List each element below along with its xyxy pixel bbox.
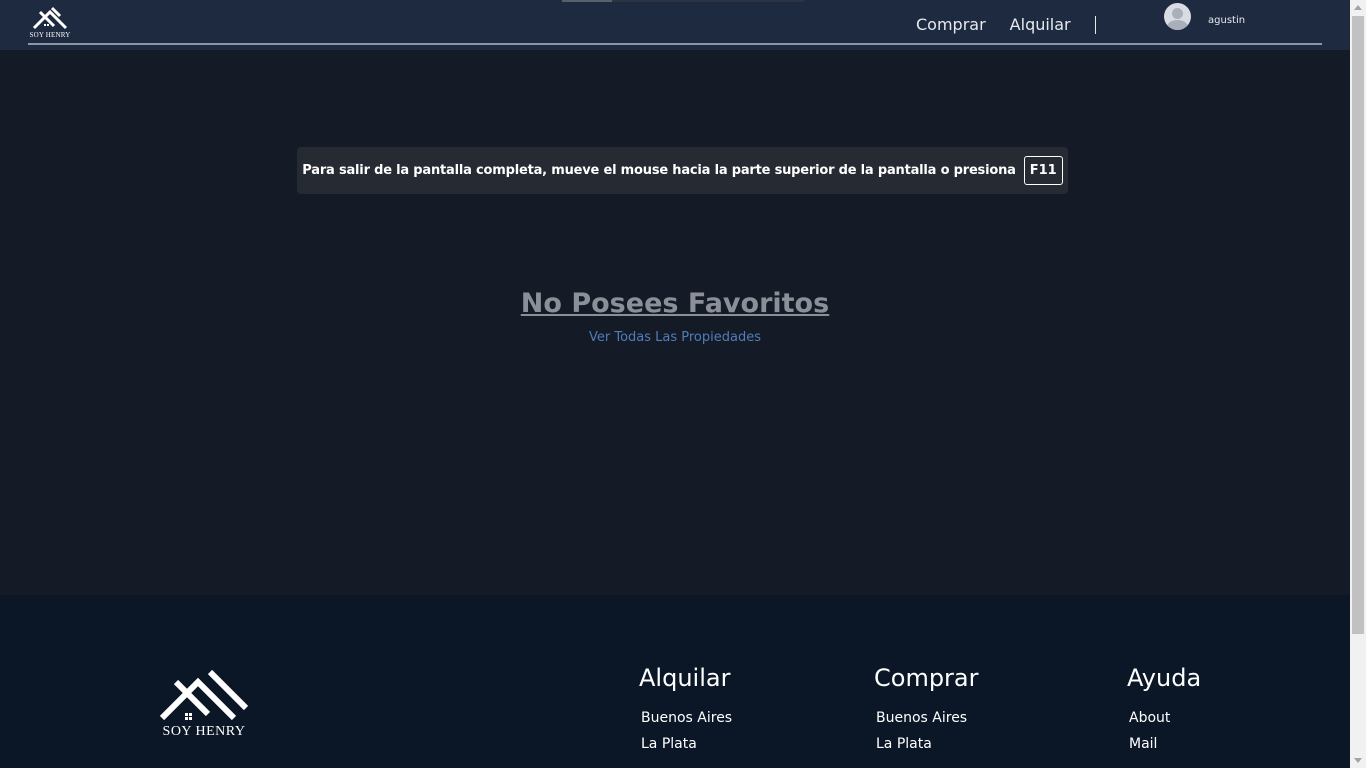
- fullscreen-notice: Para salir de la pantalla completa, muev…: [297, 147, 1068, 194]
- main-nav: Comprar Alquilar: [916, 15, 1096, 34]
- logo-text: SOY HENRY: [29, 31, 71, 39]
- footer-link[interactable]: Mail: [1127, 736, 1201, 752]
- footer-link[interactable]: Buenos Aires: [639, 710, 732, 726]
- footer-column-title: Comprar: [874, 664, 979, 692]
- logo-home-link[interactable]: SOY HENRY: [29, 6, 71, 40]
- top-tab-indicator: [562, 0, 804, 2]
- nav-comprar[interactable]: Comprar: [916, 15, 986, 34]
- empty-favorites-title: No Posees Favoritos: [520, 288, 830, 319]
- page-scrollbar[interactable]: [1350, 0, 1366, 768]
- nav-alquilar[interactable]: Alquilar: [1010, 15, 1071, 34]
- house-logo-icon: [32, 6, 68, 30]
- fullscreen-key: F11: [1023, 156, 1063, 185]
- footer-link[interactable]: About: [1127, 710, 1201, 726]
- fullscreen-message: Para salir de la pantalla completa, muev…: [302, 163, 1016, 178]
- view-all-properties-link[interactable]: Ver Todas Las Propiedades: [0, 330, 1350, 345]
- footer-column-ayuda: Ayuda About Mail: [1127, 664, 1201, 762]
- footer-logo[interactable]: SOY HENRY: [158, 668, 250, 746]
- footer-column-comprar: Comprar Buenos Aires La Plata: [874, 664, 979, 762]
- footer-column-alquilar: Alquilar Buenos Aires La Plata: [639, 664, 732, 762]
- footer-column-title: Ayuda: [1127, 664, 1202, 692]
- scroll-up-icon[interactable]: [1354, 5, 1362, 10]
- footer-column-title: Alquilar: [639, 664, 731, 692]
- username[interactable]: agustin: [1208, 15, 1245, 26]
- scroll-down-icon[interactable]: [1354, 758, 1362, 763]
- footer-link[interactable]: La Plata: [874, 736, 979, 752]
- avatar-icon[interactable]: [1164, 3, 1191, 30]
- footer-logo-text: SOY HENRY: [162, 724, 246, 739]
- footer-link[interactable]: La Plata: [639, 736, 732, 752]
- house-logo-icon: [159, 669, 249, 721]
- footer-link[interactable]: Buenos Aires: [874, 710, 979, 726]
- header: SOY HENRY Comprar Alquilar agustin: [0, 0, 1350, 50]
- scrollbar-thumb[interactable]: [1352, 16, 1364, 634]
- header-divider: [28, 43, 1322, 45]
- page: SOY HENRY Comprar Alquilar agustin Para …: [0, 0, 1366, 768]
- nav-separator: [1094, 15, 1096, 34]
